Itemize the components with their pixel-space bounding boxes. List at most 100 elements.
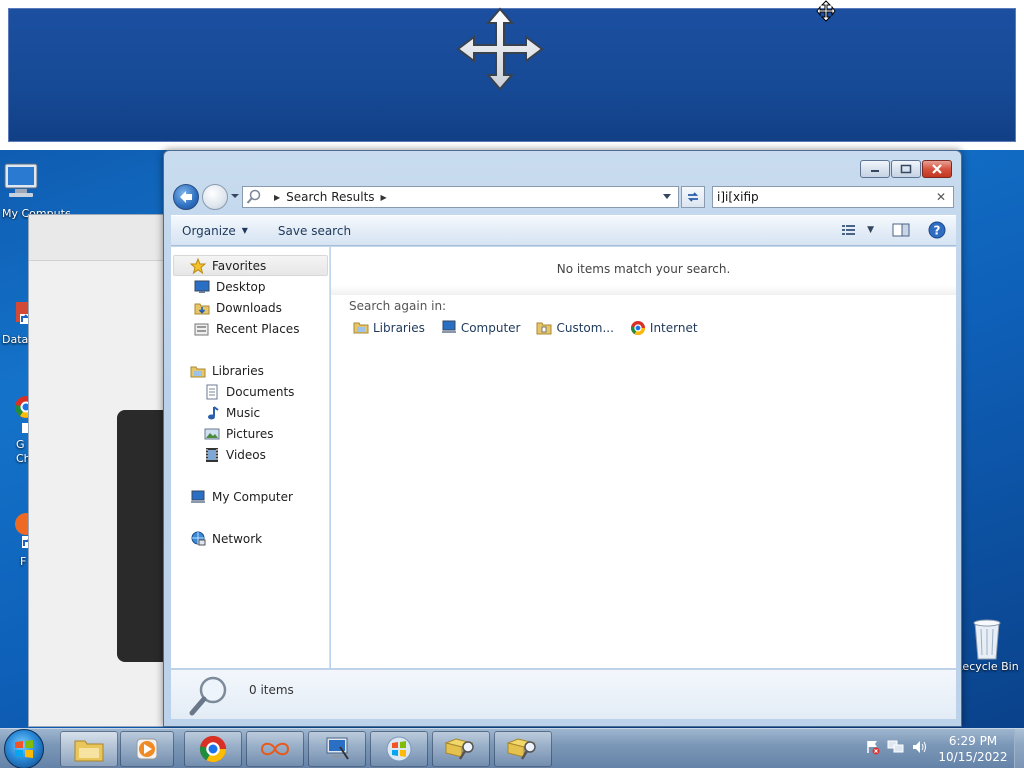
nav-downloads[interactable]: Downloads xyxy=(194,300,282,316)
media-player-icon xyxy=(136,738,158,760)
maximize-icon xyxy=(900,164,912,174)
network-icon xyxy=(190,531,206,547)
taskbar-chrome-button[interactable] xyxy=(184,731,242,767)
search-input[interactable] xyxy=(717,190,917,204)
volume-icon[interactable] xyxy=(911,739,929,755)
libraries-icon xyxy=(190,363,206,379)
nav-downloads-label: Downloads xyxy=(216,301,282,315)
chrome-icon xyxy=(199,735,227,763)
background-window-titlebar xyxy=(29,215,167,261)
item-count: 0 items xyxy=(249,683,294,697)
address-bar[interactable]: ▶ Search Results ▶ xyxy=(242,186,679,208)
view-options-dropdown[interactable]: ▼ xyxy=(867,225,874,235)
taskbar-windows-button[interactable] xyxy=(370,731,428,767)
forward-button[interactable] xyxy=(202,184,228,210)
search-again-internet[interactable]: Internet xyxy=(630,320,698,336)
organize-label: Organize xyxy=(182,223,236,238)
nav-videos-label: Videos xyxy=(226,448,266,462)
remote-desktop-icon xyxy=(326,737,349,760)
back-button[interactable] xyxy=(173,184,199,210)
search-results-icon xyxy=(246,189,261,204)
clock-date: 10/15/2022 xyxy=(938,750,1008,764)
computer-icon xyxy=(4,163,38,197)
refresh-icon xyxy=(687,192,699,202)
taskbar-search-folder-button-2[interactable] xyxy=(494,731,552,767)
move-overlay xyxy=(0,0,1024,150)
svg-text:?: ? xyxy=(934,224,941,238)
nav-documents[interactable]: Documents xyxy=(204,384,294,400)
no-items-message: No items match your search. xyxy=(331,247,956,295)
history-dropdown-icon[interactable] xyxy=(230,193,240,199)
taskbar-search-folder-button[interactable] xyxy=(432,731,490,767)
command-bar-right: ▼ ? xyxy=(831,221,946,239)
desktop-icon-my-computer[interactable]: My Computer xyxy=(0,160,80,220)
search-again-label: Search again in: xyxy=(349,299,447,313)
nav-my-computer[interactable]: My Computer xyxy=(190,489,293,505)
network-tray-icon[interactable] xyxy=(887,739,905,755)
nav-my-computer-label: My Computer xyxy=(212,490,293,504)
close-button[interactable] xyxy=(922,160,952,178)
save-search-label: Save search xyxy=(277,223,352,238)
search-again-custom[interactable]: Custom... xyxy=(536,320,614,336)
explorer-window[interactable]: ▶ Search Results ▶ ✕ Organize ▼ Save sea… xyxy=(163,150,962,727)
maximize-button[interactable] xyxy=(891,160,921,178)
nav-desktop-label: Desktop xyxy=(216,280,266,294)
background-window[interactable] xyxy=(28,214,177,727)
loop-app-icon xyxy=(260,742,290,756)
navigation-pane: Favorites Desktop Downloads Recent Place… xyxy=(171,247,330,668)
windows-logo-icon xyxy=(386,736,412,762)
organize-menu-button[interactable]: Organize ▼ xyxy=(171,224,260,238)
libraries-icon xyxy=(353,320,369,336)
show-desktop-button[interactable] xyxy=(1014,729,1024,768)
search-again-internet-label: Internet xyxy=(649,321,698,335)
command-bar: Organize ▼ Save search ▼ ? xyxy=(171,215,956,246)
search-again-libraries[interactable]: Libraries xyxy=(353,320,425,336)
action-center-icon[interactable] xyxy=(865,739,881,755)
taskbar-remote-desktop-button[interactable] xyxy=(308,731,366,767)
save-search-button[interactable]: Save search xyxy=(260,224,363,238)
taskbar-loop-app-button[interactable] xyxy=(246,731,304,767)
explorer-icon xyxy=(74,740,104,762)
minimize-button[interactable] xyxy=(860,160,890,178)
nav-recent-places-label: Recent Places xyxy=(216,322,300,336)
file-list-area[interactable]: No items match your search. Search again… xyxy=(331,247,956,668)
details-pane: 0 items xyxy=(171,669,956,719)
nav-videos[interactable]: Videos xyxy=(204,447,266,463)
help-button[interactable]: ? xyxy=(928,221,946,239)
search-again-computer[interactable]: Computer xyxy=(441,320,520,336)
breadcrumb-separator-icon[interactable]: ▶ xyxy=(274,193,280,202)
breadcrumb-search-results[interactable]: Search Results xyxy=(286,190,374,204)
move-arrows-icon xyxy=(456,7,544,91)
nav-libraries[interactable]: Libraries xyxy=(190,363,264,379)
move-cursor-icon xyxy=(816,0,836,22)
custom-folder-icon xyxy=(536,320,552,336)
breadcrumb-separator-icon[interactable]: ▶ xyxy=(381,193,387,202)
nav-pictures[interactable]: Pictures xyxy=(204,426,274,442)
windows-logo-icon xyxy=(15,740,33,758)
address-dropdown-icon[interactable] xyxy=(662,193,672,201)
start-button[interactable] xyxy=(4,729,44,768)
star-icon xyxy=(190,257,206,274)
clock[interactable]: 6:29 PM 10/15/2022 xyxy=(935,733,1011,765)
nav-recent-places[interactable]: Recent Places xyxy=(194,321,299,337)
taskbar-explorer-button[interactable] xyxy=(60,731,118,767)
desktop-icon xyxy=(194,279,210,295)
nav-pictures-label: Pictures xyxy=(226,427,274,441)
nav-favorites[interactable]: Favorites xyxy=(173,255,328,276)
nav-network[interactable]: Network xyxy=(190,531,262,547)
nav-desktop[interactable]: Desktop xyxy=(194,279,266,295)
back-arrow-icon xyxy=(180,191,192,203)
change-view-button[interactable] xyxy=(841,223,857,237)
clear-search-icon[interactable]: ✕ xyxy=(936,190,946,204)
chrome-icon xyxy=(630,320,646,336)
taskbar-media-player-button[interactable] xyxy=(120,731,174,767)
search-box[interactable]: ✕ xyxy=(712,186,954,208)
nav-music[interactable]: Music xyxy=(204,405,260,421)
window-controls xyxy=(859,160,952,178)
refresh-button[interactable] xyxy=(681,186,705,208)
documents-icon xyxy=(204,384,220,400)
nav-music-label: Music xyxy=(226,406,261,420)
search-again-libraries-label: Libraries xyxy=(373,321,425,335)
view-list-icon xyxy=(842,225,856,235)
preview-pane-button[interactable] xyxy=(892,223,910,237)
